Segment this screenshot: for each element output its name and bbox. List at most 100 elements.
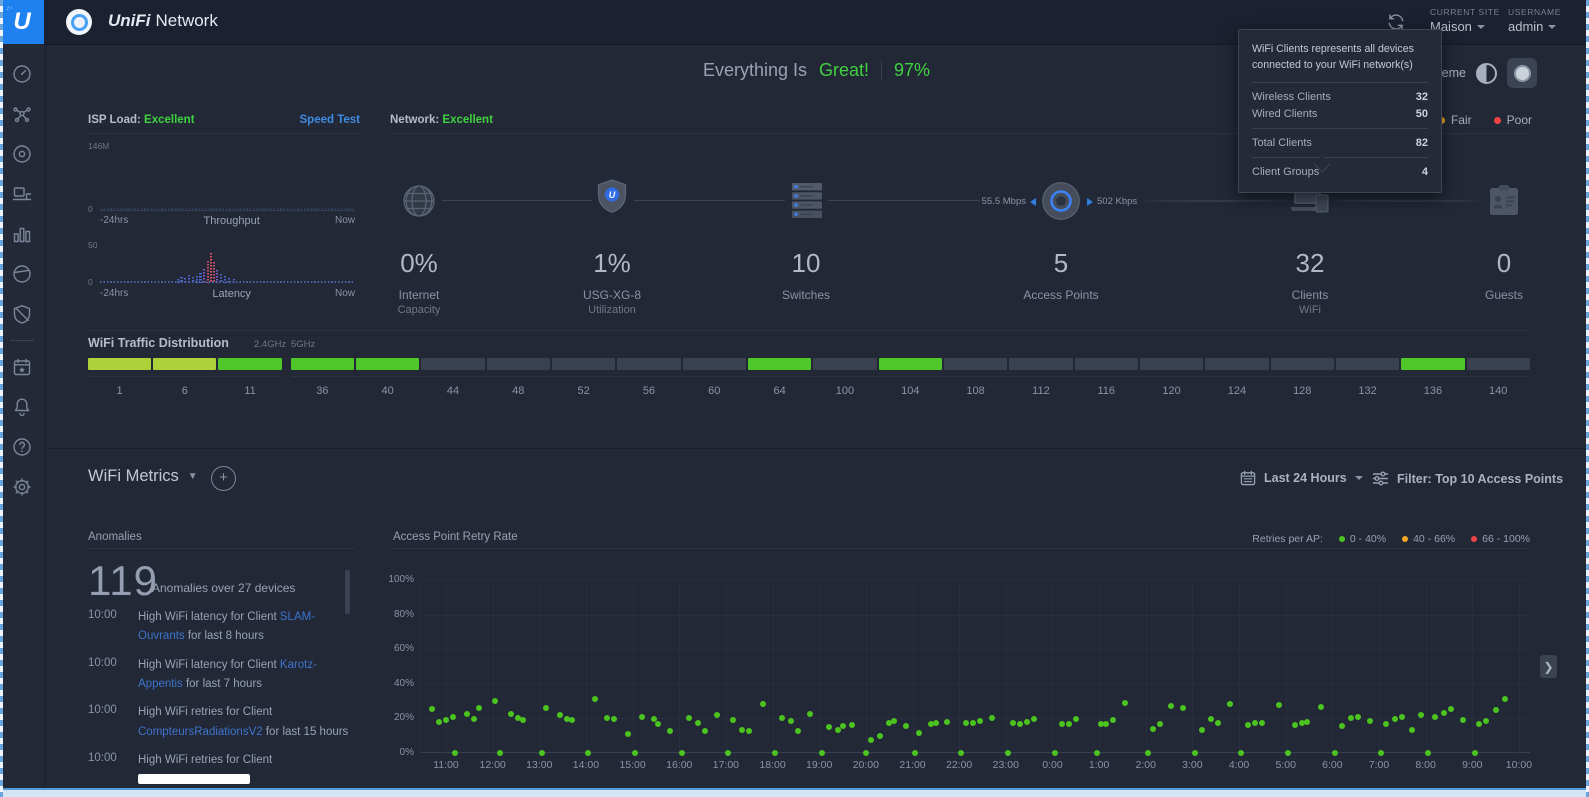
- network-status: Excellent: [442, 114, 493, 126]
- throughput-chart: [100, 146, 355, 211]
- time-range-selector[interactable]: Last 24 Hours: [1240, 470, 1363, 486]
- speed-test-link[interactable]: Speed Test: [300, 114, 361, 126]
- sidebar-item-security[interactable]: [0, 294, 44, 334]
- x-tick-label: 9:00: [1449, 759, 1495, 771]
- channel-bar-40: [356, 358, 419, 370]
- gridline-v: [420, 580, 421, 753]
- channel-label: 36: [291, 385, 354, 397]
- sidebar-item-devices[interactable]: [0, 134, 44, 174]
- client-link[interactable]: SLAM-Ouvrants: [138, 611, 315, 642]
- channel-label: 104: [879, 385, 942, 397]
- scatter-point: [963, 720, 969, 726]
- sidebar-item-insights[interactable]: [0, 254, 44, 294]
- scatter-point: [1066, 721, 1072, 727]
- sidebar-item-alerts[interactable]: [0, 387, 44, 427]
- add-widget-button[interactable]: +: [211, 466, 236, 491]
- client-link[interactable]: CompteursRadiationsV2: [138, 726, 263, 738]
- channel-bar-112: [1009, 358, 1072, 370]
- latency-bar: [177, 279, 179, 283]
- node-gateway[interactable]: U 1% USG-XG-8 Utilization: [542, 168, 682, 316]
- y-tick-label: 40%: [394, 678, 414, 689]
- node-guests[interactable]: 0 Guests: [1434, 168, 1574, 304]
- legend-dot-icon: [1339, 536, 1345, 542]
- x-tick-label: 17:00: [703, 759, 749, 771]
- channel-label: 124: [1205, 385, 1268, 397]
- node-internet[interactable]: 0% Internet Capacity: [349, 168, 489, 316]
- channel-bar-108: [944, 358, 1007, 370]
- scatter-point: [1122, 700, 1128, 706]
- user-selector[interactable]: USERNAME admin: [1508, 7, 1561, 34]
- gridline-v: [913, 580, 914, 753]
- scatter-point: [569, 717, 575, 723]
- channel-label: 132: [1336, 385, 1399, 397]
- scatter-point: [1208, 716, 1214, 722]
- gateway-shield-icon: U: [590, 177, 634, 225]
- y-tick-label: 100%: [388, 574, 414, 585]
- latency-bar: [233, 279, 235, 283]
- access-points-value: 5: [991, 248, 1131, 279]
- node-switches[interactable]: 10 Switches: [736, 168, 876, 304]
- channel-label: 128: [1271, 385, 1334, 397]
- ubiquiti-logo[interactable]: :·U: [0, 0, 44, 44]
- y-tick-label: 0%: [400, 747, 414, 758]
- scatter-point: [492, 698, 498, 704]
- scatter-point: [464, 711, 470, 717]
- sidebar-item-topology[interactable]: [0, 94, 44, 134]
- latency-bar: [188, 275, 190, 283]
- scatter-point: [944, 719, 950, 725]
- channel-bar-100: [813, 358, 876, 370]
- theme-dark-toggle[interactable]: [1507, 58, 1537, 88]
- tooltip-row-groups: Client Groups4: [1252, 166, 1428, 178]
- access-point-device-icon: [1038, 178, 1084, 224]
- sidebar-item-help[interactable]: [0, 427, 44, 467]
- scatter-point: [1238, 750, 1244, 756]
- sidebar-item-events[interactable]: [0, 347, 44, 387]
- latency-bar: [207, 261, 209, 283]
- scatter-point: [1318, 704, 1324, 710]
- carousel-next-button[interactable]: ❯: [1540, 655, 1557, 678]
- latency-axis: -24hrsLatencyNow: [100, 288, 355, 300]
- sidebar-item-statistics[interactable]: [0, 214, 44, 254]
- scatter-point: [1409, 727, 1415, 733]
- isp-load-status: Excellent: [144, 114, 195, 126]
- gateway-label: USG-XG-8: [542, 288, 682, 302]
- channel-label: 116: [1075, 385, 1138, 397]
- legend-poor: Poor: [1494, 113, 1532, 127]
- x-tick-label: 8:00: [1403, 759, 1449, 771]
- latency-bar: [224, 276, 226, 283]
- x-tick-label: 0:00: [1029, 759, 1075, 771]
- channel-label: 56: [617, 385, 680, 397]
- scatter-point: [1192, 750, 1198, 756]
- scatter-point: [1355, 714, 1361, 720]
- access-point-icon: [11, 143, 33, 165]
- sidebar-item-dashboard[interactable]: [0, 54, 44, 94]
- filter-control[interactable]: Filter: Top 10 Access Points: [1372, 470, 1563, 487]
- channel-label: 140: [1467, 385, 1530, 397]
- node-access-points[interactable]: 5 Access Points: [991, 168, 1131, 304]
- gridline-v: [1192, 580, 1193, 753]
- bar-chart-icon: [11, 223, 33, 245]
- theme-light-toggle[interactable]: [1476, 63, 1497, 84]
- scatter-point: [497, 750, 503, 756]
- unifi-ap-logo-icon: [66, 9, 92, 35]
- sidebar-item-settings[interactable]: [0, 467, 44, 507]
- x-tick-label: 23:00: [983, 759, 1029, 771]
- filter-value: Filter: Top 10 Access Points: [1397, 472, 1563, 486]
- scatter-point: [476, 705, 482, 711]
- guest-badge-icon: [1485, 182, 1523, 220]
- scatter-point: [1145, 750, 1151, 756]
- scatter-point: [655, 721, 661, 727]
- gridline-v: [493, 580, 494, 753]
- help-icon: [11, 436, 33, 458]
- sidebar-item-clients[interactable]: [0, 174, 44, 214]
- wifi-metrics-dropdown[interactable]: WiFi Metrics ▼: [88, 467, 198, 486]
- scatter-point: [679, 750, 685, 756]
- client-link[interactable]: Karotz-Appentis: [138, 659, 317, 690]
- x-tick-label: 15:00: [610, 759, 656, 771]
- wifi-clients-tooltip: WiFi Clients represents all devicesconne…: [1238, 29, 1442, 193]
- latency-bar: [228, 278, 230, 283]
- scatter-point: [667, 728, 673, 734]
- svg-text:U: U: [609, 190, 616, 200]
- x-tick-label: 12:00: [470, 759, 516, 771]
- x-tick-label: 10:00: [1496, 759, 1542, 771]
